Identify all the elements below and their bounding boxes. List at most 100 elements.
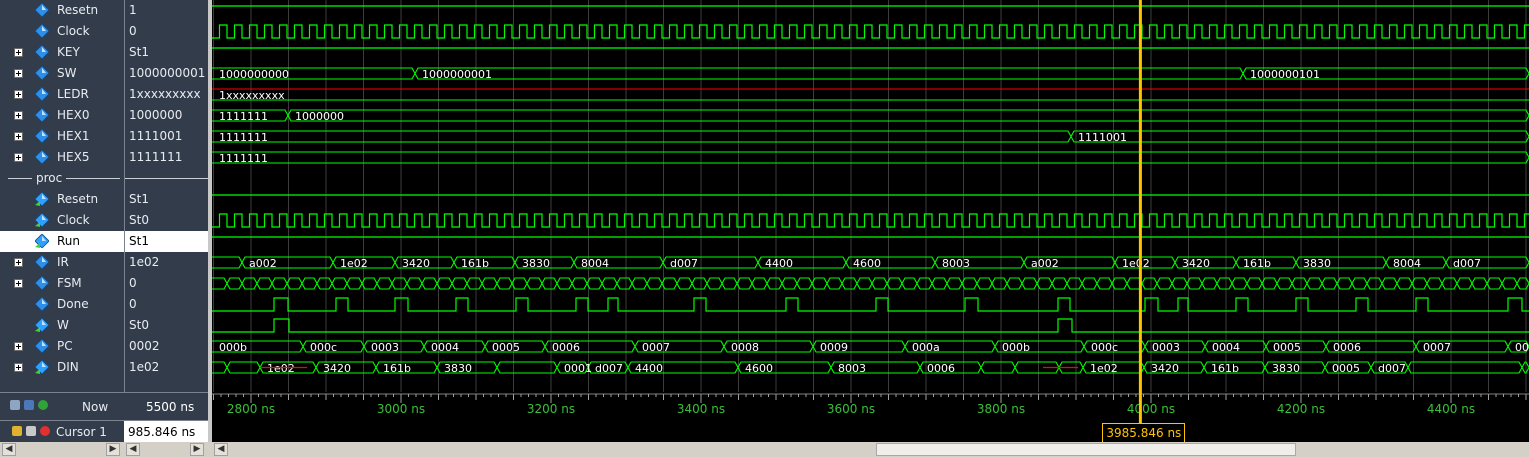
ir-bus-label: 8004 <box>1393 257 1421 270</box>
fsm-bus-segment <box>766 277 783 290</box>
remove-cursor-icon[interactable] <box>40 426 50 436</box>
signal-row-pc[interactable]: PC <box>0 336 124 357</box>
now-bar: Now 5500 ns <box>0 392 208 421</box>
signal-value-row[interactable]: 1e02 <box>125 252 209 273</box>
add-cursor-icon[interactable] <box>38 400 48 410</box>
signal-value: 1e02 <box>129 255 160 269</box>
scroll-right-button-2[interactable]: ▶ <box>190 443 204 456</box>
expand-icon[interactable] <box>14 279 23 288</box>
signal-row-resetn[interactable]: Resetn <box>0 189 124 210</box>
fsm-bus-segment <box>571 277 588 290</box>
signal-row-ledr[interactable]: LEDR <box>0 84 124 105</box>
signal-row-hex0[interactable]: HEX0 <box>0 105 124 126</box>
signal-value-row[interactable]: 0 <box>125 273 209 294</box>
ir-bus-label: 4400 <box>765 257 793 270</box>
din-bus-label: 161b <box>1211 362 1239 375</box>
signal-value-row[interactable]: 1xxxxxxxxx <box>125 84 209 105</box>
signal-row-ir[interactable]: IR <box>0 252 124 273</box>
proc-clock-wave <box>212 213 1529 228</box>
signal-row-din[interactable]: DIN <box>0 357 124 378</box>
din-bus-label: d007 <box>1378 362 1406 375</box>
scroll-thumb[interactable] <box>876 443 1296 456</box>
fsm-bus-segment <box>931 277 948 290</box>
fsm-bus-segment <box>901 277 918 290</box>
save-icon[interactable] <box>24 400 34 410</box>
signal-value-row[interactable]: St0 <box>125 315 209 336</box>
signal-row-w[interactable]: W <box>0 315 124 336</box>
fsm-bus-segment <box>1381 277 1398 290</box>
expand-icon[interactable] <box>14 342 23 351</box>
pencil-icon[interactable] <box>26 426 36 436</box>
horizontal-scrollbar[interactable]: ◀ ▶ ◀ ▶ ◀ <box>0 442 1529 457</box>
signal-value-row[interactable]: St1 <box>125 189 209 210</box>
scroll-left-button-3[interactable]: ◀ <box>214 443 228 456</box>
now-value: 5500 ns <box>146 400 195 414</box>
signal-value-row[interactable]: 1111001 <box>125 126 209 147</box>
scroll-left-button-2[interactable]: ◀ <box>126 443 140 456</box>
fsm-bus-segment <box>916 277 933 290</box>
signal-value-row[interactable]: 1e02 <box>125 357 209 378</box>
signal-value-row[interactable]: St1 <box>125 231 209 252</box>
din-bus-label: 4400 <box>635 362 663 375</box>
signal-row-clock[interactable]: Clock <box>0 21 124 42</box>
signal-value-row[interactable]: 0 <box>125 294 209 315</box>
expand-icon[interactable] <box>14 132 23 141</box>
fsm-bus-segment <box>1486 277 1503 290</box>
signal-value-row[interactable]: 0002 <box>125 336 209 357</box>
fsm-bus-segment <box>556 277 573 290</box>
expand-icon[interactable] <box>14 111 23 120</box>
signal-value-row[interactable]: 1000000001 <box>125 63 209 84</box>
signal-value-row[interactable]: St1 <box>125 42 209 63</box>
cursor-time-flag[interactable]: 3985.846 ns <box>1102 423 1186 443</box>
signal-row-done[interactable]: Done <box>0 294 124 315</box>
fsm-bus-segment <box>1306 277 1323 290</box>
pc-bus-label: 0004 <box>1212 341 1240 354</box>
fsm-bus-segment <box>421 277 438 290</box>
expand-icon[interactable] <box>14 90 23 99</box>
sw-bus-segment <box>414 67 1244 80</box>
fsm-bus-segment <box>271 277 288 290</box>
signal-row-resetn[interactable]: Resetn <box>0 0 124 21</box>
signal-row-hex1[interactable]: HEX1 <box>0 126 124 147</box>
expand-icon[interactable] <box>14 153 23 162</box>
signal-value-row[interactable]: 1 <box>125 0 209 21</box>
signal-value: St0 <box>129 213 149 227</box>
signal-value-row[interactable]: St0 <box>125 210 209 231</box>
expand-icon[interactable] <box>14 69 23 78</box>
signal-value-row[interactable]: 1111111 <box>125 147 209 168</box>
signal-row-key[interactable]: KEY <box>0 42 124 63</box>
signal-row-sw[interactable]: SW <box>0 63 124 84</box>
signal-value-row[interactable]: 1000000 <box>125 105 209 126</box>
signal-row-fsm[interactable]: FSM <box>0 273 124 294</box>
expand-icon[interactable] <box>14 363 23 372</box>
scroll-right-button-1[interactable]: ▶ <box>106 443 120 456</box>
fsm-bus-segment <box>436 277 453 290</box>
signal-row-clock[interactable]: Clock <box>0 210 124 231</box>
scroll-left-button-1[interactable]: ◀ <box>2 443 16 456</box>
signal-value: 1 <box>129 3 137 17</box>
fsm-bus-segment <box>346 277 363 290</box>
lock-icon[interactable] <box>12 426 22 436</box>
ledr-label: 1xxxxxxxxx <box>219 89 285 102</box>
fsm-bus-segment <box>1321 277 1338 290</box>
signal-row-run[interactable]: Run <box>0 231 124 252</box>
fsm-bus-segment <box>1051 277 1068 290</box>
pc-bus-label: 0006 <box>552 341 580 354</box>
expand-icon[interactable] <box>14 48 23 57</box>
zoom-icon[interactable] <box>10 400 20 410</box>
group-divider-proc[interactable]: proc <box>0 168 124 189</box>
signal-row-hex5[interactable]: HEX5 <box>0 147 124 168</box>
signal-name: IR <box>57 255 69 269</box>
signal-value-row[interactable]: 0 <box>125 21 209 42</box>
time-axis: 2800 ns 3000 ns 3200 ns 3400 ns 3600 ns 3800 … <box>205 392 1529 443</box>
fsm-bus-segment <box>661 277 678 290</box>
time-axis-canvas: 2800 ns 3000 ns 3200 ns 3400 ns 3600 ns 3800 … <box>205 392 1529 423</box>
signal-name: PC <box>57 339 73 353</box>
signal-icon <box>34 275 50 291</box>
wave-pane[interactable]: 1000000000 1000000001 1000000101 1xxxxxxxxx… <box>212 0 1529 392</box>
waveform-canvas[interactable]: 1000000000 1000000001 1000000101 1xxxxxxxxx… <box>212 0 1529 392</box>
signal-value: St1 <box>129 192 149 206</box>
axis-label: 4400 ns <box>1427 402 1475 416</box>
fsm-bus-segment <box>256 277 273 290</box>
expand-icon[interactable] <box>14 258 23 267</box>
